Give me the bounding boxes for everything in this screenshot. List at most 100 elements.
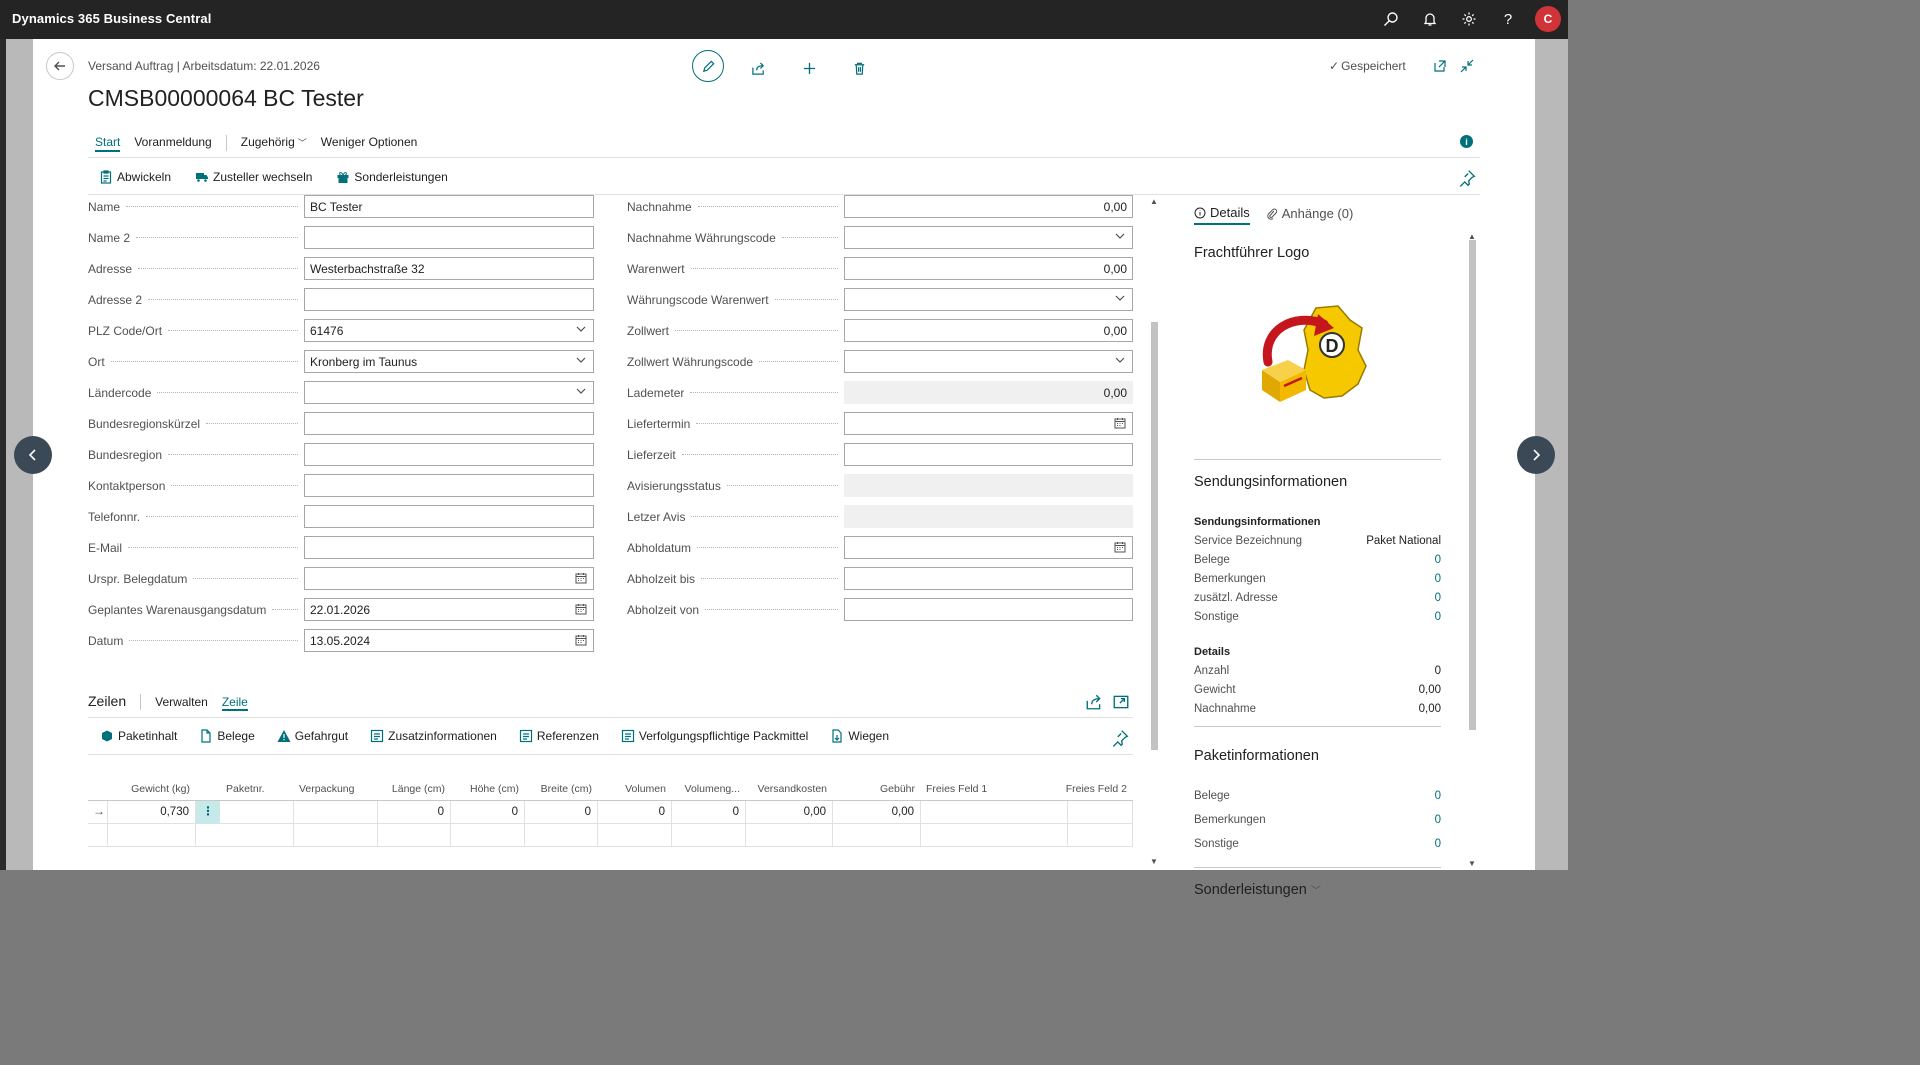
cell-breite-cm[interactable]: 0 [525,801,598,824]
calendar-icon[interactable] [575,634,587,646]
field-input-kontaktperson[interactable] [304,474,594,497]
column-header-paketnr[interactable]: Paketnr. [226,783,265,795]
new-button[interactable] [794,53,824,83]
table-row[interactable] [88,824,1133,847]
field-input-zollwert-waehrungscode[interactable] [844,350,1133,373]
field-input-adresse-2[interactable] [304,288,594,311]
shipment-info-row-value[interactable]: 0 [1435,554,1441,566]
cell-gewicht-kg[interactable]: 0,730 [108,801,196,824]
field-input-nachnahme[interactable]: 0,00 [844,195,1133,218]
field-input-zollwert[interactable]: 0,00 [844,319,1133,342]
calendar-icon[interactable] [1114,417,1126,429]
cell-paketnr[interactable] [221,824,294,847]
field-input-laendercode[interactable] [304,381,594,404]
column-header-gewicht-kg[interactable]: Gewicht (kg) [131,783,190,795]
cell-laenge-cm[interactable] [378,824,451,847]
field-input-abholdatum[interactable] [844,536,1133,559]
column-header-laenge-cm[interactable]: Länge (cm) [392,783,445,795]
sonderleistungen-button[interactable]: Sonderleistungen [336,170,448,184]
column-header-volumen[interactable]: Volumen [625,783,666,795]
cell-versandkosten[interactable]: 0,00 [746,801,833,824]
cell-gewicht-kg[interactable] [108,824,196,847]
field-input-abholzeit-von[interactable] [844,598,1133,621]
shipment-info-row-value[interactable]: 0 [1435,573,1441,585]
referenzen-button[interactable]: Referenzen [519,729,599,743]
chevron-down-icon[interactable] [575,323,587,335]
tab-start[interactable]: Start [95,135,121,152]
lines-expand-button[interactable] [1112,693,1130,711]
verfolgungspflichtige-packmittel-button[interactable]: Verfolgungspflichtige Packmittel [621,729,808,743]
delete-button[interactable] [844,53,874,83]
package-info-row-value[interactable]: 0 [1435,790,1441,802]
field-input-name-2[interactable] [304,226,594,249]
cell-paketnr[interactable] [221,801,294,824]
chevron-down-icon[interactable] [1114,230,1126,242]
abwickeln-button[interactable]: Abwickeln [99,170,171,184]
field-input-ort[interactable]: Kronberg im Taunus [304,350,594,373]
field-input-lieferzeit[interactable] [844,443,1133,466]
field-input-e-mail[interactable] [304,536,594,559]
factbox-tab-details[interactable]: Details [1194,205,1250,225]
back-button[interactable] [46,52,74,80]
chevron-down-icon[interactable] [575,354,587,366]
package-info-row-value[interactable]: 0 [1435,814,1441,826]
pin-button[interactable] [1458,169,1476,187]
field-input-plz-code-ort[interactable]: 61476 [304,319,594,342]
calendar-icon[interactable] [1114,541,1126,553]
chevron-down-icon[interactable] [575,385,587,397]
column-header-versandkosten[interactable]: Versandkosten [758,783,827,795]
search-icon[interactable] [1380,8,1402,30]
special-services-heading[interactable]: Sonderleistungen ﹀ [1194,882,1321,898]
row-indicator[interactable] [88,824,108,847]
cell-gebuehr[interactable] [833,824,921,847]
cell-volumen[interactable] [598,824,672,847]
zusteller-wechseln-button[interactable]: Zusteller wechseln [195,170,312,184]
tab-voranmeldung[interactable]: Voranmeldung [134,135,211,151]
zusatzinformationen-button[interactable]: Zusatzinformationen [370,729,497,743]
field-input-abholzeit-bis[interactable] [844,567,1133,590]
cell-freies-feld-1[interactable] [921,824,1068,847]
cell-hoehe-cm[interactable]: 0 [451,801,525,824]
cell-gebuehr[interactable]: 0,00 [833,801,921,824]
row-menu-icon[interactable]: ⋮ [196,801,220,824]
cell-freies-feld-2[interactable] [1068,824,1133,847]
package-info-row-value[interactable]: 0 [1435,838,1441,850]
column-header-breite-cm[interactable]: Breite (cm) [541,783,592,795]
chevron-down-icon[interactable] [1114,292,1126,304]
lines-tab-zeile[interactable]: Zeile [221,695,248,711]
cell-laenge-cm[interactable]: 0 [378,801,451,824]
factbox-scrollbar[interactable]: ▲ ▼ [1468,232,1477,870]
belege-button[interactable]: Belege [199,729,255,743]
chevron-down-icon[interactable] [1114,354,1126,366]
scroll-up-icon[interactable]: ▲ [1150,197,1158,206]
column-header-volumeng[interactable]: Volumeng... [685,783,740,795]
row-indicator-arrow-icon[interactable]: → [88,801,108,824]
field-input-datum[interactable]: 13.05.2024 [304,629,594,652]
field-input-name[interactable]: BC Tester [304,195,594,218]
cell-volumen[interactable]: 0 [598,801,672,824]
next-record-button[interactable] [1517,436,1555,474]
field-input-geplantes-warenausgangsdatum[interactable]: 22.01.2026 [304,598,594,621]
scroll-down-icon[interactable]: ▼ [1468,859,1476,868]
previous-record-button[interactable] [14,436,52,474]
cell-hoehe-cm[interactable] [451,824,525,847]
cell-versandkosten[interactable] [746,824,833,847]
open-new-window-button[interactable] [1430,56,1450,76]
field-input-bundesregion[interactable] [304,443,594,466]
factbox-tab-attachments[interactable]: Anhänge (0) [1266,205,1353,225]
cell-freies-feld-1[interactable] [921,801,1068,824]
field-input-waehrungscode-warenwert[interactable] [844,288,1133,311]
wiegen-button[interactable]: Wiegen [830,729,889,743]
cell-verpackung[interactable] [294,801,378,824]
calendar-icon[interactable] [575,603,587,615]
scroll-down-icon[interactable]: ▼ [1150,857,1158,866]
table-row[interactable]: → 0,730 ⋮ 0 0 0 0 0 0,00 0,00 [88,801,1133,824]
column-header-gebuehr[interactable]: Gebühr [880,783,915,795]
lines-pin-button[interactable] [1111,729,1129,747]
cell-volumeng[interactable]: 0 [672,801,746,824]
cell-verpackung[interactable] [294,824,378,847]
share-button[interactable] [743,53,773,83]
cell-freies-feld-2[interactable] [1068,801,1133,824]
factbox-scrollbar-thumb[interactable] [1469,240,1476,730]
avatar[interactable]: C [1535,6,1561,32]
